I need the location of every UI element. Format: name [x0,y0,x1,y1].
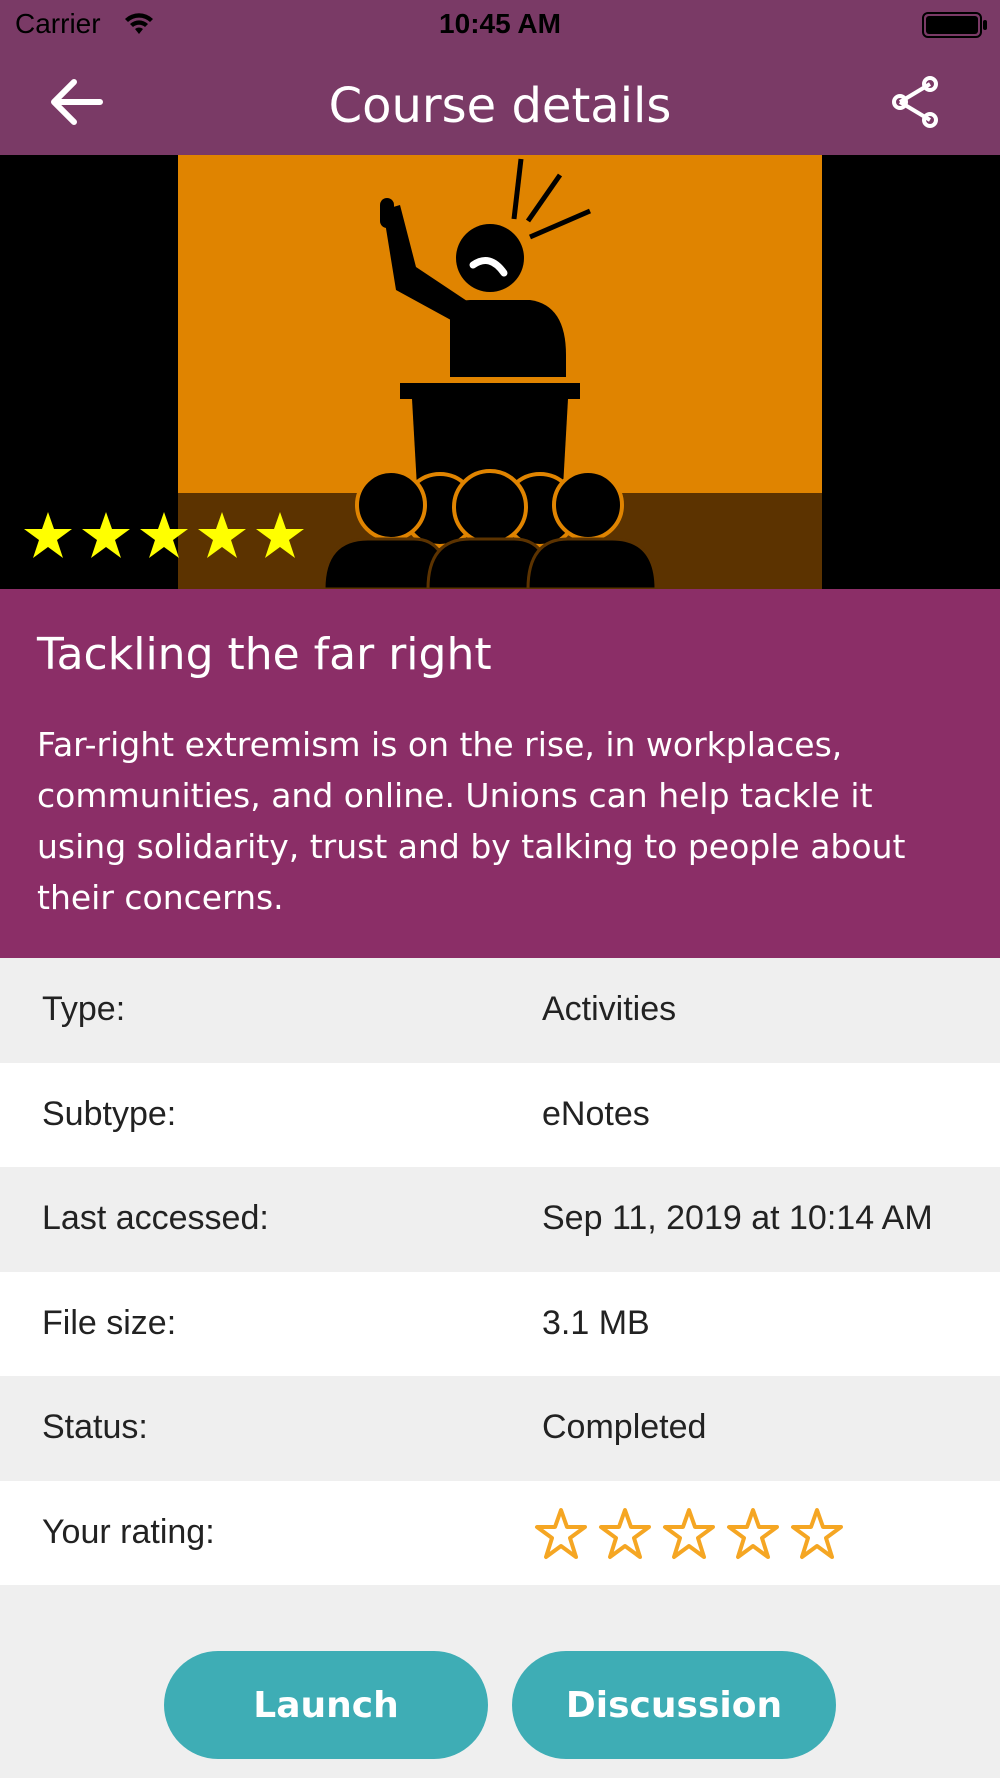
star-outline-icon-1[interactable] [534,1507,588,1561]
star-outline-icon [599,1507,651,1559]
star-filled-icon [140,512,188,558]
detail-label: Type: [42,990,126,1028]
status-bar: Carrier 10:45 AM [0,0,1000,50]
detail-label: Subtype: [42,1094,177,1133]
star-outline-icon [663,1507,715,1559]
page-title: Course details [328,78,672,134]
top-bar: Carrier 10:45 AM Course details [0,0,1000,155]
star-outline-icon-3[interactable] [662,1507,716,1561]
discussion-button[interactable]: Discussion [512,1651,836,1759]
course-description: Far-right extremism is on the rise, in w… [37,725,906,917]
share-button[interactable] [890,74,940,130]
star-filled-icon [256,512,304,558]
detail-row-subtype: Subtype: eNotes [0,1062,1000,1167]
your-rating-stars[interactable] [534,1507,844,1561]
launch-button[interactable]: Launch [164,1651,488,1759]
course-info-panel: Tackling the far right Far-right extremi… [0,589,1000,958]
detail-row-your-rating: Your rating: [0,1480,1000,1585]
star-outline-icon-2[interactable] [598,1507,652,1561]
detail-value: Completed [542,1408,707,1446]
detail-label: File size: [42,1303,177,1342]
course-average-rating [22,510,306,562]
action-buttons: Launch Discussion [0,1651,1000,1761]
course-title: Tackling the far right [37,629,492,680]
detail-row-file-size: File size: 3.1 MB [0,1271,1000,1376]
share-icon [892,76,938,128]
status-time: 10:45 AM [439,8,561,39]
star-filled-icon [198,512,246,558]
battery-icon [922,12,987,38]
detail-label: Last accessed: [42,1199,269,1237]
detail-value: eNotes [542,1094,650,1133]
detail-label: Your rating: [42,1512,215,1551]
detail-value: Activities [542,990,677,1028]
detail-row-type: Type: Activities [0,958,1000,1063]
nav-bar: Course details [0,50,1000,155]
star-filled-icon [82,512,130,558]
star-outline-icon-4[interactable] [726,1507,780,1561]
course-details-table: Type: Activities Subtype: eNotes Last ac… [0,958,1000,1585]
star-outline-icon [791,1507,843,1559]
star-outline-icon-5[interactable] [790,1507,844,1561]
detail-row-last-accessed: Last accessed: Sep 11, 2019 at 10:14 AM [0,1167,1000,1272]
detail-value: 3.1 MB [542,1303,650,1342]
star-filled-icon [24,512,72,558]
detail-value: Sep 11, 2019 at 10:14 AM [542,1199,933,1237]
star-outline-icon [535,1507,587,1559]
detail-label: Status: [42,1408,148,1446]
course-hero-image [0,155,1000,589]
star-outline-icon [727,1507,779,1559]
detail-row-status: Status: Completed [0,1376,1000,1481]
